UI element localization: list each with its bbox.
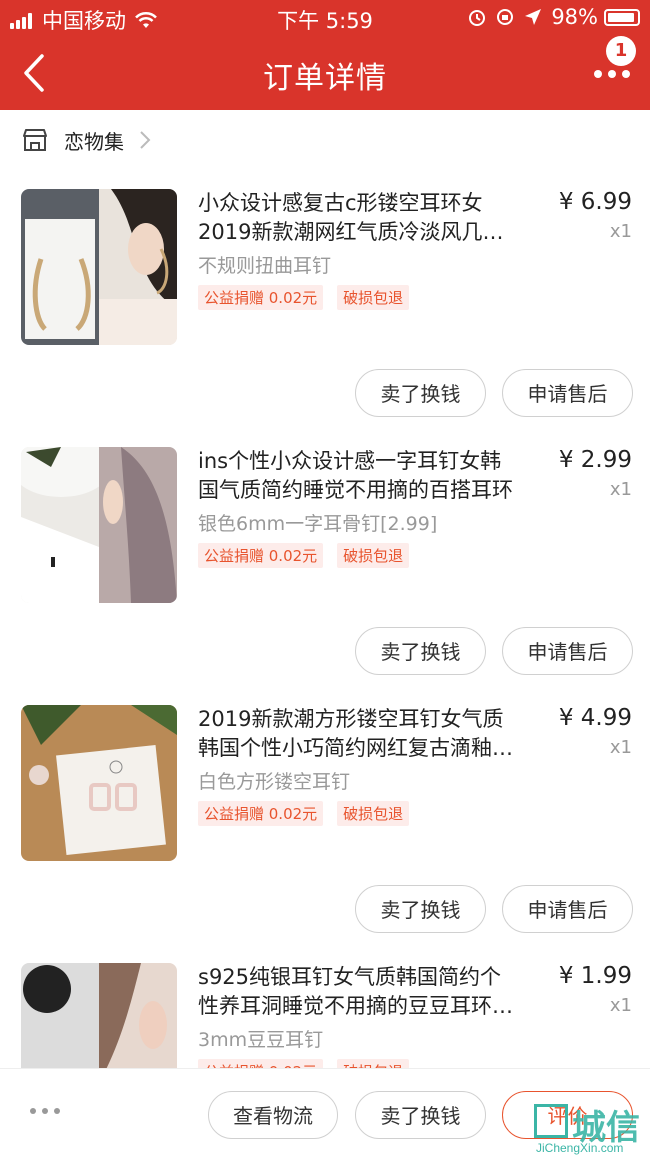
donation-tag: 公益捐赠 0.02元	[198, 285, 324, 310]
product-image	[21, 963, 177, 1068]
product-title-line: s925纯银耳钉女气质韩国简约个	[198, 965, 502, 989]
product-title-line: 小众设计感复古c形镂空耳环女	[198, 191, 483, 215]
product-image	[21, 189, 177, 345]
damage-return-tag: 破损包退	[337, 1059, 410, 1068]
status-right: 98%	[467, 5, 640, 29]
product-price: ¥ 1.99	[558, 963, 632, 989]
donation-tag: 公益捐赠 0.02元	[198, 801, 324, 826]
product-thumbnail[interactable]	[21, 189, 177, 345]
after-sales-button[interactable]: 申请售后	[502, 369, 633, 417]
product-thumbnail[interactable]	[21, 705, 177, 861]
product-image	[21, 705, 177, 861]
product-quantity: x1	[609, 221, 632, 242]
more-actions-icon[interactable]	[28, 1106, 62, 1116]
battery-icon	[604, 8, 640, 26]
donation-tag: 公益捐赠 0.02元	[198, 1059, 324, 1068]
product-quantity: x1	[609, 479, 632, 500]
location-icon	[525, 9, 542, 25]
product-title[interactable]: 小众设计感复古c形镂空耳环女 2019新款潮网红气质冷淡风几…	[198, 189, 543, 247]
order-item: 2019新款潮方形镂空耳钉女气质 韩国个性小巧简约网红复古滴釉… ¥ 4.99 …	[0, 705, 650, 955]
status-bar: 中国移动 下午 5:59 98%	[0, 0, 650, 34]
service-tags: 公益捐赠 0.02元 破损包退	[198, 801, 423, 826]
damage-return-tag: 破损包退	[337, 543, 410, 568]
product-thumbnail[interactable]	[21, 447, 177, 603]
product-title[interactable]: ins个性小众设计感一字耳钉女韩 国气质简约睡觉不用摘的百搭耳环	[198, 447, 543, 505]
product-title-line: 韩国个性小巧简约网红复古滴釉…	[198, 736, 513, 760]
product-image	[21, 447, 177, 603]
sell-button[interactable]: 卖了换钱	[355, 1091, 486, 1139]
shop-name: 恋物集	[64, 129, 124, 154]
notification-badge: 1	[606, 36, 636, 66]
page-title: 订单详情	[263, 61, 387, 96]
after-sales-button[interactable]: 申请售后	[502, 627, 633, 675]
product-title-line: 2019新款潮方形镂空耳钉女气质	[198, 707, 504, 731]
sell-button[interactable]: 卖了换钱	[355, 885, 486, 933]
rotation-lock-icon	[497, 9, 514, 25]
order-item: ins个性小众设计感一字耳钉女韩 国气质简约睡觉不用摘的百搭耳环 ¥ 2.99 …	[0, 447, 650, 697]
damage-return-tag: 破损包退	[337, 801, 410, 826]
watermark-url: JiChengXin.com	[536, 1141, 624, 1155]
product-price: ¥ 6.99	[558, 189, 632, 215]
service-tags: 公益捐赠 0.02元 破损包退	[198, 285, 423, 310]
order-item: 小众设计感复古c形镂空耳环女 2019新款潮网红气质冷淡风几… ¥ 6.99 x…	[0, 189, 650, 439]
product-quantity: x1	[609, 737, 632, 758]
product-title-line: 国气质简约睡觉不用摘的百搭耳环	[198, 478, 513, 502]
product-sku: 白色方形镂空耳钉	[198, 771, 351, 793]
product-title-line: ins个性小众设计感一字耳钉女韩	[198, 449, 502, 473]
product-title[interactable]: s925纯银耳钉女气质韩国简约个 性养耳洞睡觉不用摘的豆豆耳环…	[198, 963, 543, 1021]
after-sales-button[interactable]: 申请售后	[502, 885, 633, 933]
product-title[interactable]: 2019新款潮方形镂空耳钉女气质 韩国个性小巧简约网红复古滴釉…	[198, 705, 543, 763]
donation-tag: 公益捐赠 0.02元	[198, 543, 324, 568]
order-item: s925纯银耳钉女气质韩国简约个 性养耳洞睡觉不用摘的豆豆耳环… ¥ 1.99 …	[0, 963, 650, 1068]
product-price: ¥ 4.99	[558, 705, 632, 731]
product-price: ¥ 2.99	[558, 447, 632, 473]
battery-percent: 98%	[551, 5, 598, 29]
service-tags: 公益捐赠 0.02元 破损包退	[198, 543, 423, 568]
damage-return-tag: 破损包退	[337, 285, 410, 310]
product-thumbnail[interactable]	[21, 963, 177, 1068]
product-title-line: 性养耳洞睡觉不用摘的豆豆耳环…	[198, 994, 513, 1018]
service-tags: 公益捐赠 0.02元 破损包退	[198, 1059, 423, 1068]
product-sku: 不规则扭曲耳钉	[198, 255, 332, 277]
product-sku: 银色6mm一字耳骨钉[2.99]	[198, 513, 438, 535]
shop-row[interactable]: 恋物集	[0, 110, 650, 170]
product-title-line: 2019新款潮网红气质冷淡风几…	[198, 220, 504, 244]
product-sku: 3mm豆豆耳钉	[198, 1029, 324, 1051]
header-bar: 中国移动 下午 5:59 98% 订单详情 1	[0, 0, 650, 110]
watermark-logo	[534, 1104, 568, 1138]
shop-icon	[23, 129, 47, 151]
sell-button[interactable]: 卖了换钱	[355, 627, 486, 675]
chevron-right-icon	[140, 131, 151, 149]
product-quantity: x1	[609, 995, 632, 1016]
sell-button[interactable]: 卖了换钱	[355, 369, 486, 417]
alarm-icon	[469, 10, 486, 26]
view-logistics-button[interactable]: 查看物流	[208, 1091, 338, 1139]
